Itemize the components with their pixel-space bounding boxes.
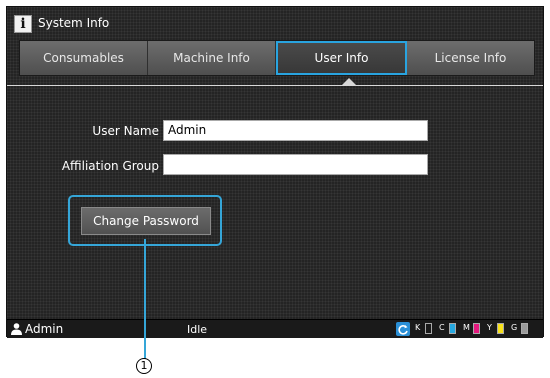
info-icon: i bbox=[14, 15, 32, 33]
user-name-label: User Name bbox=[92, 124, 159, 138]
ink-level-g bbox=[521, 323, 528, 334]
status-bar: Admin Idle K C M Y G bbox=[7, 319, 543, 338]
status-user-name: Admin bbox=[25, 322, 64, 336]
callout-leader-line bbox=[144, 239, 146, 360]
active-tab-pointer bbox=[342, 78, 356, 85]
refresh-icon[interactable] bbox=[396, 322, 410, 336]
ink-level-m bbox=[473, 323, 480, 334]
ink-label-m: M bbox=[463, 323, 470, 332]
affiliation-group-field[interactable] bbox=[163, 154, 428, 175]
tab-user-info[interactable]: User Info bbox=[276, 41, 407, 75]
ink-level-y bbox=[497, 323, 504, 334]
tab-divider bbox=[7, 85, 543, 86]
user-icon bbox=[11, 323, 22, 335]
ink-label-g: G bbox=[511, 323, 518, 332]
title-bar: i System Info bbox=[7, 7, 543, 37]
user-name-field[interactable]: Admin bbox=[163, 120, 428, 141]
system-info-screen: i System Info Consumables Machine Info U… bbox=[6, 6, 544, 338]
tab-license-info[interactable]: License Info bbox=[407, 41, 534, 75]
ink-level-k bbox=[425, 323, 432, 334]
affiliation-group-label: Affiliation Group bbox=[61, 159, 159, 173]
machine-status: Idle bbox=[187, 323, 208, 336]
tab-bar: Consumables Machine Info User Info Licen… bbox=[19, 40, 535, 76]
ink-level-c bbox=[449, 323, 456, 334]
ink-label-c: C bbox=[439, 323, 445, 332]
tab-machine-info[interactable]: Machine Info bbox=[148, 41, 276, 75]
change-password-button[interactable]: Change Password bbox=[81, 207, 211, 235]
ink-label-k: K bbox=[415, 323, 421, 332]
callout-number: 1 bbox=[136, 358, 152, 374]
ink-label-y: Y bbox=[487, 323, 492, 332]
tab-consumables[interactable]: Consumables bbox=[20, 41, 148, 75]
window-title: System Info bbox=[38, 16, 110, 30]
